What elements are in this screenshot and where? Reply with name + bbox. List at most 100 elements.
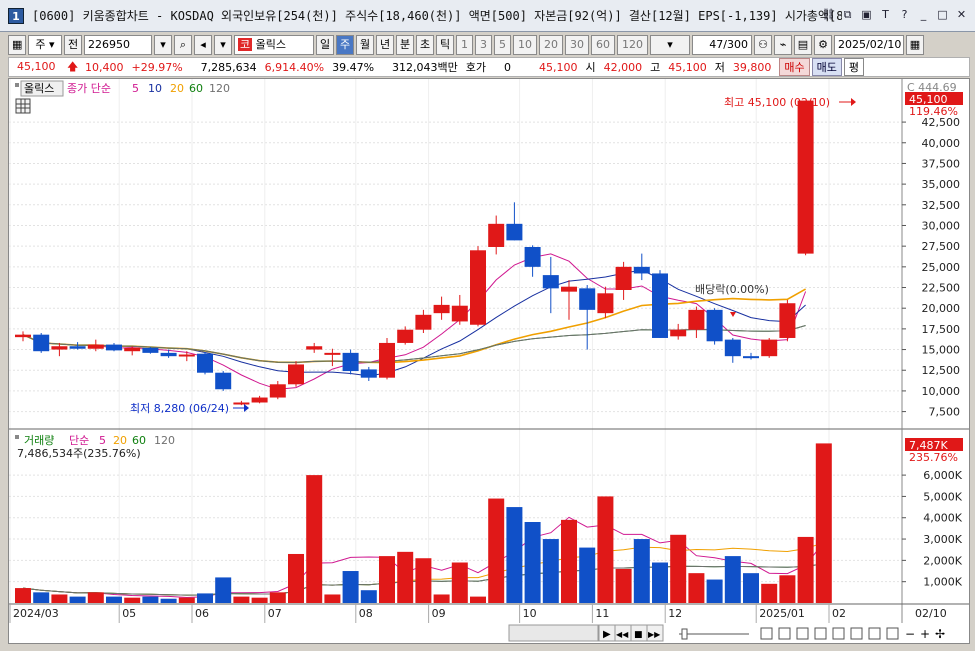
tab-week[interactable]: 주 xyxy=(336,35,354,55)
volume-bar xyxy=(597,496,614,603)
search-icon[interactable]: ⌕ xyxy=(174,35,192,55)
sound-icon[interactable]: ◂ xyxy=(194,35,212,55)
price-tick-label: 12,500 xyxy=(922,364,961,377)
x-tick-label: 2024/03 xyxy=(13,607,59,620)
more-icon[interactable]: ▾ xyxy=(214,35,232,55)
tab-year[interactable]: 년 xyxy=(376,35,394,55)
legend-ma20: 20 xyxy=(170,82,184,95)
zoom-slider-thumb[interactable] xyxy=(681,628,688,640)
interval-3[interactable]: 3 xyxy=(475,35,492,55)
volume-bar xyxy=(233,596,250,603)
tab-month[interactable]: 월 xyxy=(356,35,374,55)
font-icon[interactable]: T xyxy=(878,8,893,23)
table-icon[interactable] xyxy=(15,98,31,114)
price-tick-label: 22,500 xyxy=(922,282,961,295)
volume-bar xyxy=(488,498,505,603)
move-icon[interactable]: ✢ xyxy=(935,627,945,641)
tab-tick[interactable]: 틱 xyxy=(436,35,454,55)
help-icon[interactable]: ? xyxy=(897,8,912,23)
volume-tick-label: 1,000K xyxy=(923,576,962,589)
high-price: 45,100 xyxy=(668,60,707,74)
window-controls: ⛓ ⧉ ▣ T ? _ □ ✕ xyxy=(821,8,969,23)
volume-info: 7,486,534주(235.76%) xyxy=(17,447,141,460)
volume-bar xyxy=(542,539,559,603)
high-label: 고 xyxy=(650,61,661,74)
quote-label: 호가 xyxy=(465,61,487,74)
candle-body xyxy=(561,286,577,292)
candle-body xyxy=(33,334,50,352)
save-icon[interactable]: ▣ xyxy=(859,8,874,23)
restore-icon[interactable]: ⧉ xyxy=(840,8,855,23)
low-note: 최저 8,280 (06/24) xyxy=(130,402,229,415)
high-note: 최고 45,100 (02/10) xyxy=(724,96,830,109)
interval-20[interactable]: 20 xyxy=(539,35,563,55)
link-icon[interactable]: ⛓ xyxy=(821,8,836,23)
zoom-in-icon[interactable]: + xyxy=(920,627,930,641)
zoom-out-icon[interactable]: − xyxy=(905,627,915,641)
legend-ma5: 5 xyxy=(132,82,139,95)
volume-bar xyxy=(633,539,650,603)
candle-body xyxy=(251,397,268,403)
scroll-track[interactable] xyxy=(508,624,599,642)
tab-second[interactable]: 초 xyxy=(416,35,434,55)
volume-bar xyxy=(433,594,450,603)
stock-code-input[interactable]: 226950 xyxy=(84,35,152,55)
draw-tool-icon[interactable]: ⌁ xyxy=(774,35,792,55)
x-tick-label: 11 xyxy=(595,607,609,620)
volume-bar xyxy=(15,588,31,603)
gear-icon[interactable]: ⚙ xyxy=(814,35,832,55)
period-select[interactable]: 주 ▾ xyxy=(28,35,62,55)
prev-button[interactable]: 전 xyxy=(64,35,82,55)
period-value: 주 xyxy=(35,38,46,51)
date-input[interactable]: 2025/02/10 xyxy=(834,35,904,55)
stock-name-field[interactable]: 코 올릭스 xyxy=(234,35,314,55)
candle-body xyxy=(615,266,632,290)
interval-1[interactable]: 1 xyxy=(456,35,473,55)
window-number: 1 xyxy=(8,7,24,24)
minimize-icon[interactable]: _ xyxy=(916,8,931,23)
volume-bar xyxy=(688,573,705,603)
sell-button[interactable]: 매도 xyxy=(811,58,842,76)
scroll-end-icon: ▶▶ xyxy=(648,630,661,639)
disk-icon[interactable]: ▤ xyxy=(794,35,812,55)
count-input[interactable]: 47/300 xyxy=(692,35,752,55)
volume-bar xyxy=(561,519,577,603)
volume-bar xyxy=(160,598,177,603)
volume-bar xyxy=(743,573,759,603)
volume: 7,285,634 xyxy=(200,60,257,74)
close-icon[interactable]: ✕ xyxy=(954,8,969,23)
interval-120[interactable]: 120 xyxy=(617,35,648,55)
buy-button[interactable]: 매수 xyxy=(779,58,810,76)
x-tick-label: 2025/01 xyxy=(759,607,805,620)
trade-amount: 312,043백만 xyxy=(392,61,458,74)
code-dropdown-icon[interactable]: ▾ xyxy=(154,35,172,55)
price-tick-label: 17,500 xyxy=(922,323,961,336)
chart-svg[interactable]: 42,500 40,000 37,500 35,000 32,500 30,000 27,5… xyxy=(9,79,969,643)
eval-button[interactable]: 평 xyxy=(843,58,865,76)
current-price: 45,100 🡅 xyxy=(9,58,81,77)
volume-bar xyxy=(706,579,723,603)
maximize-icon[interactable]: □ xyxy=(935,8,950,23)
tab-day[interactable]: 일 xyxy=(316,35,334,55)
interval-60[interactable]: 60 xyxy=(591,35,615,55)
interval-10[interactable]: 10 xyxy=(513,35,537,55)
tab-minute[interactable]: 분 xyxy=(396,35,414,55)
volume-tick-label: 2,000K xyxy=(923,554,962,567)
volume-bar xyxy=(579,547,596,603)
grid-menu-icon[interactable]: ▦ xyxy=(8,35,26,55)
volume-pct: 6,914.40% xyxy=(264,60,325,74)
candle-body xyxy=(69,346,86,349)
volume-bar xyxy=(524,522,541,603)
date-value: 2025/02/10 xyxy=(838,38,902,51)
price-change-pct: +29.97% xyxy=(131,60,183,74)
window-titlebar: 1 [0600] 키움종합차트 - KOSDAQ 외국인보유[254(천)] 주… xyxy=(0,0,975,32)
chart-tool-icon[interactable]: ⚇ xyxy=(754,35,772,55)
candle-body xyxy=(706,309,723,342)
calendar-icon[interactable]: ▦ xyxy=(906,35,924,55)
chart-area[interactable]: 42,500 40,000 37,500 35,000 32,500 30,000 27,5… xyxy=(8,78,970,644)
price-tick-label: 7,500 xyxy=(929,406,961,419)
interval-dropdown[interactable]: ▾ xyxy=(650,35,690,55)
candle-body xyxy=(379,342,395,378)
interval-30[interactable]: 30 xyxy=(565,35,589,55)
interval-5[interactable]: 5 xyxy=(494,35,511,55)
